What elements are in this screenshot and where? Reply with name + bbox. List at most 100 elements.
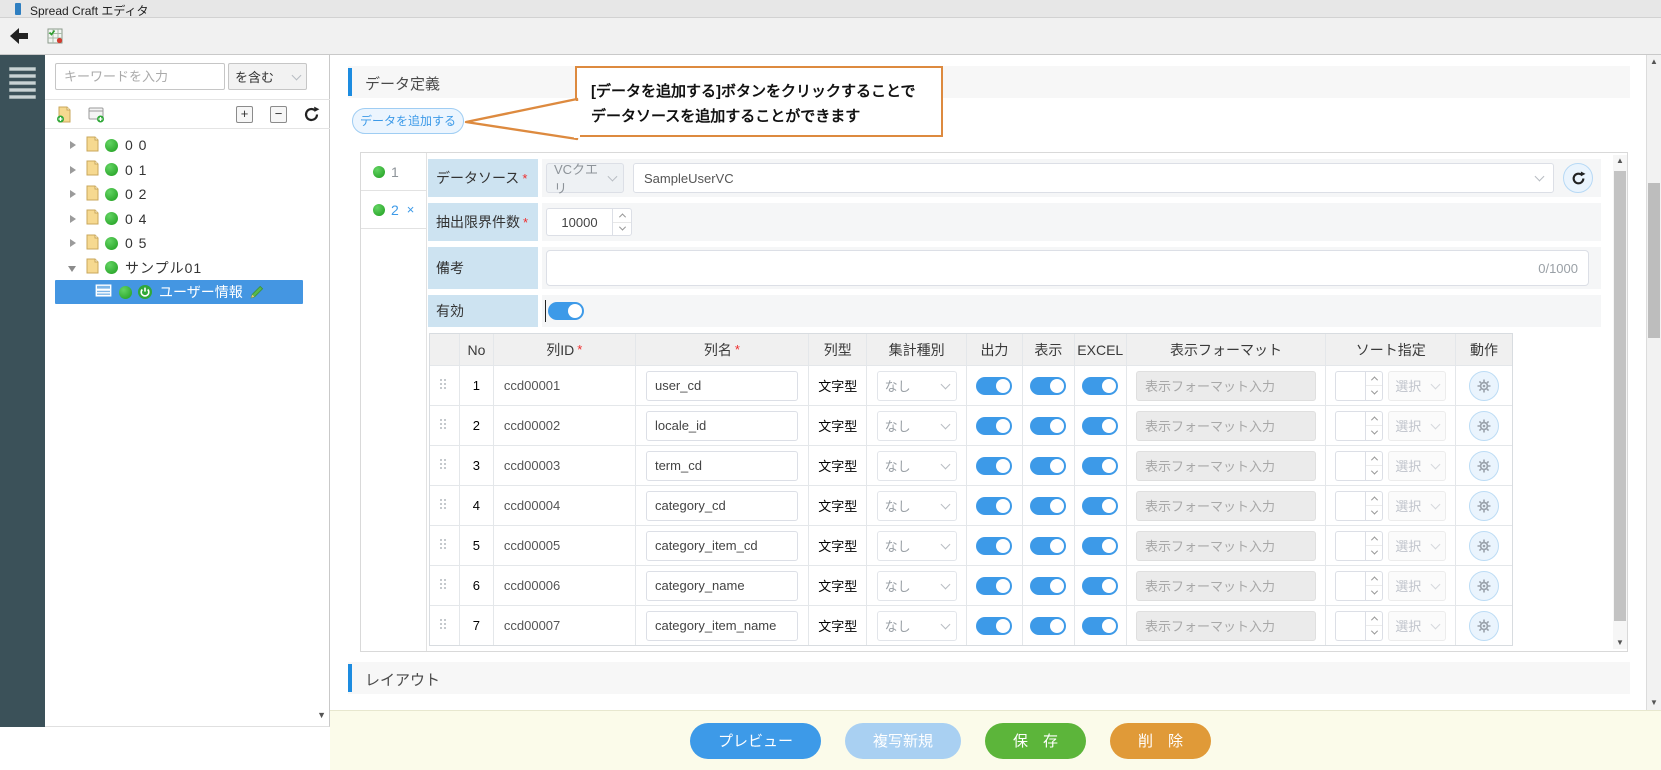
spinner-down-icon[interactable] [1366, 386, 1382, 400]
gear-icon[interactable] [1469, 571, 1499, 601]
aggregate-select[interactable]: なし [877, 491, 957, 521]
limit-input[interactable]: 10000 [546, 208, 612, 236]
drag-handle-icon[interactable] [440, 579, 448, 593]
aggregate-select[interactable]: なし [877, 611, 957, 641]
spinner-up-icon[interactable] [1366, 452, 1382, 467]
sort-order-input[interactable] [1335, 531, 1365, 561]
format-input[interactable]: 表示フォーマット入力 [1136, 411, 1316, 441]
footer-button-4[interactable]: 削 除 [1110, 723, 1211, 759]
column-name-input[interactable]: user_cd [646, 371, 798, 401]
search-input[interactable] [55, 63, 225, 90]
format-input[interactable]: 表示フォーマット入力 [1136, 531, 1316, 561]
refresh-icon[interactable] [303, 106, 320, 123]
sort-order-input[interactable] [1335, 411, 1365, 441]
footer-button-2[interactable]: 複写新規 [845, 723, 961, 759]
column-name-input[interactable]: category_item_name [646, 611, 798, 641]
sort-spinner[interactable] [1365, 371, 1383, 401]
aggregate-select[interactable]: なし [877, 411, 957, 441]
excel-toggle[interactable] [1082, 417, 1118, 435]
drag-handle-icon[interactable] [440, 459, 448, 473]
drag-handle-icon[interactable] [440, 419, 448, 433]
gear-icon[interactable] [1469, 611, 1499, 641]
output-toggle[interactable] [976, 457, 1012, 475]
drag-handle-icon[interactable] [440, 539, 448, 553]
drag-handle-icon[interactable] [440, 619, 448, 633]
add-document-icon[interactable] [56, 106, 73, 123]
display-toggle[interactable] [1030, 577, 1066, 595]
excel-toggle[interactable] [1082, 377, 1118, 395]
spinner-down-icon[interactable] [1366, 426, 1382, 440]
aggregate-select[interactable]: なし [877, 371, 957, 401]
sort-order-input[interactable] [1335, 491, 1365, 521]
chevron-collapsed-icon[interactable] [68, 165, 78, 175]
gear-icon[interactable] [1469, 411, 1499, 441]
tree-item-0-1[interactable]: 0 1 [45, 158, 330, 183]
chevron-collapsed-icon[interactable] [68, 189, 78, 199]
sort-direction-select[interactable]: 選択 [1388, 571, 1446, 601]
column-name-input[interactable]: term_cd [646, 451, 798, 481]
excel-toggle[interactable] [1082, 617, 1118, 635]
drag-handle-icon[interactable] [440, 499, 448, 513]
spinner-down-icon[interactable] [1366, 506, 1382, 520]
window-scrollbar[interactable]: ▲ ▼ [1646, 55, 1661, 710]
sort-spinner[interactable] [1365, 411, 1383, 441]
output-toggle[interactable] [976, 377, 1012, 395]
tree-item-サンプル01[interactable]: サンプル01 [45, 256, 330, 281]
spinner-up-icon[interactable] [1366, 492, 1382, 507]
collapse-all-button[interactable]: − [270, 106, 287, 123]
expand-all-button[interactable]: + [236, 106, 253, 123]
display-toggle[interactable] [1030, 417, 1066, 435]
spinner-up-icon[interactable] [1366, 372, 1382, 387]
sort-spinner[interactable] [1365, 571, 1383, 601]
scroll-down-icon[interactable]: ▼ [1647, 696, 1661, 710]
sort-direction-select[interactable]: 選択 [1388, 611, 1446, 641]
format-input[interactable]: 表示フォーマット入力 [1136, 611, 1316, 641]
sort-direction-select[interactable]: 選択 [1388, 491, 1446, 521]
tree-item-0-4[interactable]: 0 4 [45, 207, 330, 232]
aggregate-select[interactable]: なし [877, 531, 957, 561]
add-window-icon[interactable] [88, 106, 105, 123]
spinner-up-icon[interactable] [1366, 572, 1382, 587]
limit-spinner[interactable] [612, 208, 632, 236]
datasource-name-combobox[interactable]: SampleUserVC [633, 163, 1554, 193]
output-toggle[interactable] [976, 577, 1012, 595]
output-toggle[interactable] [976, 617, 1012, 635]
tree-item-0-0[interactable]: 0 0 [45, 133, 330, 158]
excel-toggle[interactable] [1082, 577, 1118, 595]
scrollbar-thumb[interactable] [1648, 183, 1660, 338]
display-toggle[interactable] [1030, 617, 1066, 635]
tree-item-0-5[interactable]: 0 5 [45, 231, 330, 256]
excel-toggle[interactable] [1082, 537, 1118, 555]
sort-direction-select[interactable]: 選択 [1388, 451, 1446, 481]
spreadsheet-icon[interactable] [47, 28, 63, 44]
column-name-input[interactable]: category_cd [646, 491, 798, 521]
sort-spinner[interactable] [1365, 451, 1383, 481]
chevron-collapsed-icon[interactable] [68, 214, 78, 224]
format-input[interactable]: 表示フォーマット入力 [1136, 571, 1316, 601]
sort-order-input[interactable] [1335, 571, 1365, 601]
display-toggle[interactable] [1030, 497, 1066, 515]
gear-icon[interactable] [1469, 531, 1499, 561]
display-toggle[interactable] [1030, 537, 1066, 555]
panel-scrollbar[interactable]: ▲ ▼ [1613, 155, 1627, 649]
excel-toggle[interactable] [1082, 497, 1118, 515]
display-toggle[interactable] [1030, 457, 1066, 475]
output-toggle[interactable] [976, 417, 1012, 435]
sort-spinner[interactable] [1365, 491, 1383, 521]
scroll-down-icon[interactable]: ▼ [1613, 637, 1627, 649]
scroll-up-icon[interactable]: ▲ [1647, 55, 1661, 69]
format-input[interactable]: 表示フォーマット入力 [1136, 491, 1316, 521]
spinner-down-icon[interactable] [613, 223, 631, 236]
enabled-toggle[interactable] [548, 302, 584, 320]
back-arrow-icon[interactable] [8, 26, 30, 46]
sort-spinner[interactable] [1365, 611, 1383, 641]
remarks-input[interactable]: 0/1000 [546, 250, 1589, 286]
sort-spinner[interactable] [1365, 531, 1383, 561]
spinner-up-icon[interactable] [1366, 612, 1382, 627]
sort-order-input[interactable] [1335, 451, 1365, 481]
display-toggle[interactable] [1030, 377, 1066, 395]
refresh-datasource-button[interactable] [1563, 163, 1593, 193]
column-name-input[interactable]: category_name [646, 571, 798, 601]
add-data-button[interactable]: データを追加する [352, 108, 464, 134]
footer-button-1[interactable]: プレビュー [690, 723, 821, 759]
